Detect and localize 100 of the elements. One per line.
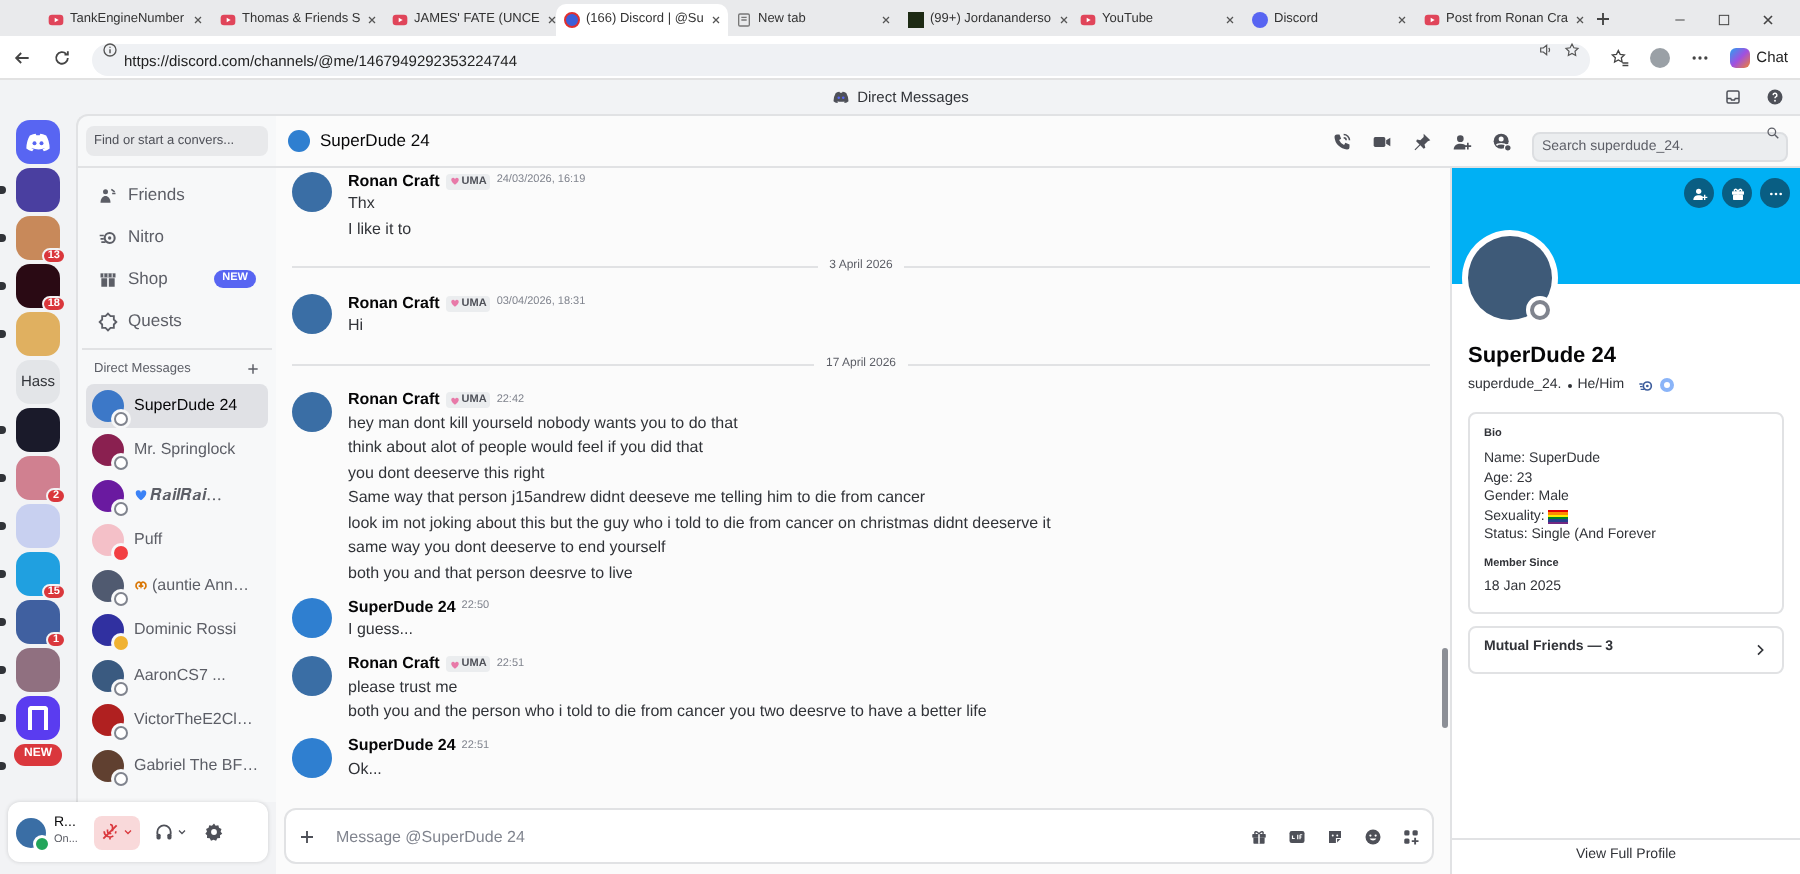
shop-icon (98, 269, 118, 289)
dm-item[interactable]: Dominic Rossi (86, 608, 268, 653)
close-icon[interactable] (1396, 14, 1408, 26)
dm-item[interactable]: Gabriel The BF… (86, 743, 268, 788)
message-text: same way you dont deeserve to end yourself (348, 536, 668, 560)
nav-item[interactable]: Friends (90, 176, 264, 214)
message-field[interactable]: Message @SuperDude 24 (284, 808, 1434, 864)
server-icon[interactable] (16, 408, 60, 452)
heart-icon (449, 659, 460, 669)
dm-item[interactable]: 𝑹𝒂𝒊𝒍𝑹𝒂𝒊… (86, 473, 268, 518)
avatar-placeholder (1468, 236, 1552, 320)
inbox-icon[interactable] (1724, 88, 1742, 106)
home-button[interactable] (16, 120, 60, 164)
message-input[interactable]: Message @SuperDude 24 (336, 820, 1230, 852)
emoji-icon[interactable] (1364, 827, 1382, 845)
nav-item[interactable]: Nitro (90, 218, 264, 256)
tab-icon (564, 12, 580, 28)
nav-label: Shop (128, 266, 168, 292)
message-text: think about alot of people would feel if you did that (348, 436, 705, 460)
close-icon[interactable] (1760, 12, 1776, 28)
gift-icon[interactable] (1250, 827, 1268, 845)
video-icon[interactable] (1372, 131, 1392, 151)
close-icon[interactable] (1057, 14, 1070, 26)
author-name[interactable]: Ronan Craft (348, 169, 440, 193)
scrollbar-thumb[interactable] (1442, 648, 1448, 728)
favorites-icon[interactable] (1610, 47, 1631, 67)
gift-button[interactable] (1722, 178, 1752, 208)
heart-icon (134, 488, 148, 503)
server-logo-icon (28, 706, 48, 730)
logo-icon (831, 88, 850, 106)
heart-icon (449, 395, 460, 405)
author-name[interactable]: Ronan Craft (348, 652, 440, 676)
page-icon (736, 12, 752, 28)
new-tab-icon[interactable] (1594, 10, 1612, 28)
dm-name: Dominic Rossi (134, 618, 237, 643)
add-friend-icon[interactable] (1452, 131, 1472, 151)
dm-name: AaronCS7 ... (134, 663, 226, 688)
pretzel-icon (134, 578, 148, 593)
dm-name: VictorTheE2Cl… (134, 708, 253, 733)
author-name[interactable]: SuperDude 24 (348, 595, 456, 619)
more-button[interactable] (1760, 178, 1790, 208)
chat-title: SuperDude 24 (320, 128, 430, 154)
reload-icon[interactable] (52, 47, 72, 67)
tab-icon (1252, 12, 1268, 28)
close-icon[interactable] (366, 14, 379, 26)
close-icon[interactable] (545, 14, 558, 26)
close-icon[interactable] (709, 14, 722, 26)
play-icon (48, 12, 64, 28)
avatar-placeholder (288, 130, 310, 152)
maximize-icon[interactable] (1716, 12, 1732, 28)
pin-icon[interactable] (1412, 131, 1432, 151)
add-dm-icon[interactable] (246, 362, 260, 377)
message-text: look im not joking about this but the guy who i told to die from cancer on christmas didnt deeserve it (348, 511, 1051, 536)
nav-item[interactable]: Quests (90, 302, 264, 340)
caret-icon (176, 826, 188, 838)
sticker-icon[interactable] (1326, 827, 1344, 845)
dm-name: (auntie Ann… (152, 573, 249, 598)
dm-item[interactable]: VictorTheE2Cl… (86, 698, 268, 743)
add-friend-button[interactable] (1684, 178, 1714, 208)
logo-icon (24, 128, 52, 156)
server-icon[interactable] (16, 264, 60, 308)
close-icon[interactable] (1574, 14, 1587, 26)
dm-item[interactable]: SuperDude 24 (86, 383, 268, 428)
apps-icon[interactable] (1402, 827, 1420, 845)
profile-icon[interactable] (1492, 131, 1512, 151)
microphone-off-icon (100, 822, 120, 842)
gif-icon[interactable] (1288, 827, 1306, 845)
message-text: Thx (348, 192, 377, 216)
author-name[interactable]: Ronan Craft (348, 388, 440, 412)
settings-icon[interactable] (204, 822, 224, 842)
info-icon[interactable] (102, 41, 118, 57)
attach-icon[interactable] (298, 827, 316, 845)
read-aloud-icon[interactable] (1538, 41, 1555, 57)
chat-logo-icon (1730, 47, 1751, 67)
close-icon[interactable] (1224, 14, 1236, 26)
tab-icon (908, 12, 924, 28)
dm-item[interactable]: Puff (86, 518, 268, 563)
chevron-icon (1752, 641, 1768, 657)
dm-item[interactable]: AaronCS7 ... (86, 653, 268, 698)
add-friend-icon (1691, 185, 1707, 201)
headset-icon (154, 822, 174, 842)
dm-item[interactable]: Mr. Springlock (86, 428, 268, 473)
profile-avatar[interactable] (1650, 47, 1671, 67)
close-icon[interactable] (880, 14, 892, 26)
author-name[interactable]: SuperDude 24 (348, 734, 456, 758)
search-icon (1766, 125, 1780, 139)
nitro-badge-icon (1638, 377, 1655, 394)
message-text: hey man dont kill yourseld nobody wants you to do that (348, 411, 740, 436)
mute-button[interactable] (94, 815, 140, 849)
server-icon[interactable] (16, 696, 60, 740)
back-icon[interactable] (12, 47, 32, 67)
author-name[interactable]: Ronan Craft (348, 291, 440, 315)
help-icon[interactable] (1766, 88, 1784, 106)
close-icon[interactable] (192, 14, 204, 26)
server-icon[interactable] (16, 168, 60, 212)
dm-item[interactable]: (auntie Ann… (86, 563, 268, 608)
play-icon (220, 12, 236, 28)
quest-icon (98, 311, 118, 331)
call-icon[interactable] (1332, 131, 1352, 151)
star-icon[interactable] (1564, 41, 1581, 57)
